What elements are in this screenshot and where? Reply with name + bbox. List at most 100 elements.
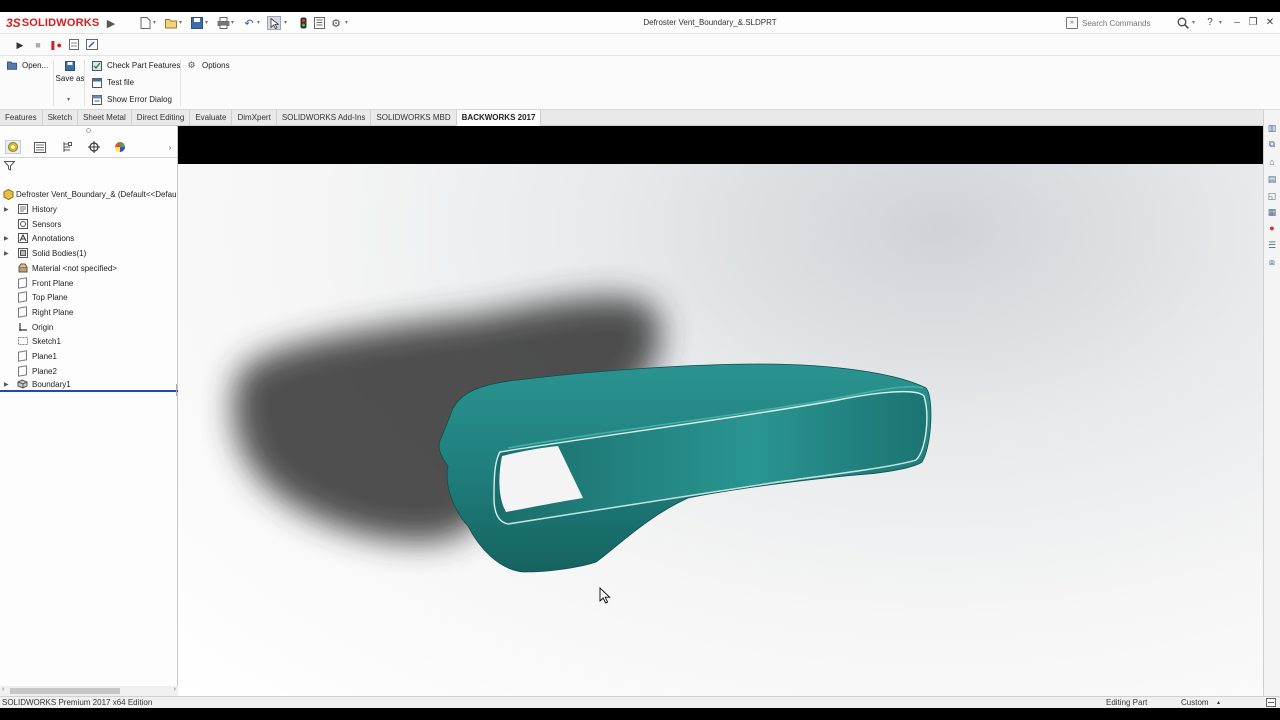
save-as-dropdown-icon[interactable]: ▾: [67, 96, 70, 103]
options-button[interactable]: ⚙ Options: [186, 60, 229, 71]
display-manager-tab-icon[interactable]: [112, 140, 128, 154]
units-dropdown-icon[interactable]: ▴: [1217, 699, 1220, 706]
search-dropdown-icon[interactable]: ▾: [1192, 19, 1195, 26]
tree-item-front-plane[interactable]: Front Plane: [0, 276, 178, 290]
new-document-icon[interactable]: [138, 16, 152, 30]
horizontal-scrollbar[interactable]: ‹ ›: [0, 686, 178, 696]
restore-icon[interactable]: ❐: [1246, 16, 1260, 30]
view-palette-icon[interactable]: ◱: [1266, 190, 1278, 202]
tab-sketch[interactable]: Sketch: [43, 110, 79, 126]
scrollbar-thumb[interactable]: [10, 688, 120, 694]
scroll-right-icon[interactable]: ›: [174, 686, 176, 693]
save-icon[interactable]: [190, 16, 204, 30]
tree-item-history[interactable]: ▶ History: [0, 202, 178, 216]
forum-icon[interactable]: ⧈: [1266, 256, 1278, 268]
save-as-button[interactable]: Save as: [55, 60, 85, 83]
select-dropdown-icon[interactable]: ▾: [284, 19, 287, 26]
tree-item-solid-bodies[interactable]: ▶ Solid Bodies(1): [0, 246, 178, 260]
rebuild-traffic-light-icon[interactable]: [296, 16, 310, 30]
tab-dimxpert[interactable]: DimXpert: [232, 110, 277, 126]
filter-icon[interactable]: [3, 161, 16, 174]
undo-dropdown-icon[interactable]: ▾: [257, 19, 260, 26]
flyout-arrow-icon[interactable]: ▶: [104, 16, 118, 30]
tab-solidworks-mbd[interactable]: SOLIDWORKS MBD: [371, 110, 457, 126]
file-explorer-icon[interactable]: ▤: [1266, 173, 1278, 185]
home-icon[interactable]: ⌂: [1266, 156, 1278, 168]
tree-item-right-plane[interactable]: Right Plane: [0, 305, 178, 319]
stop-icon[interactable]: ■: [32, 39, 44, 51]
undo-icon[interactable]: ↶: [242, 16, 256, 30]
custom-properties-icon[interactable]: ☰: [1266, 239, 1278, 251]
tab-features[interactable]: Features: [0, 110, 43, 126]
edit-macro-icon[interactable]: [86, 39, 98, 51]
rebuild-status-icon[interactable]: [1266, 698, 1276, 709]
solidworks-logo[interactable]: 3S SOLIDWORKS: [6, 15, 99, 31]
new-dropdown-icon[interactable]: ▾: [153, 19, 156, 26]
file-properties-icon[interactable]: [312, 16, 326, 30]
tree-item-boundary1[interactable]: ▶ Boundary1: [0, 378, 178, 392]
print-dropdown-icon[interactable]: ▾: [231, 19, 234, 26]
dimxpert-manager-tab-icon[interactable]: [86, 140, 102, 154]
options-dropdown-icon[interactable]: ▾: [345, 19, 348, 26]
help-icon[interactable]: ?: [1203, 16, 1217, 30]
gear-icon[interactable]: ⚙: [329, 16, 343, 30]
tab-direct-editing[interactable]: Direct Editing: [132, 110, 191, 126]
tree-root-part[interactable]: Defroster Vent_Boundary_& (Default<<Defa…: [0, 187, 178, 201]
expand-arrow-icon[interactable]: ▶: [4, 381, 9, 388]
save-as-label: Save as: [55, 74, 85, 83]
show-error-label: Show Error Dialog: [107, 95, 172, 104]
tree-item-plane2[interactable]: Plane2: [0, 364, 178, 378]
search-icon[interactable]: [1176, 16, 1190, 30]
minimize-icon[interactable]: –: [1230, 16, 1244, 30]
units-label[interactable]: Custom: [1181, 698, 1209, 707]
scroll-left-icon[interactable]: ‹: [2, 686, 4, 693]
show-error-dialog-button[interactable]: Show Error Dialog: [91, 94, 172, 105]
expand-arrow-icon[interactable]: ▶: [4, 235, 9, 242]
expand-arrow-icon[interactable]: ▶: [4, 206, 9, 213]
open-dropdown-icon[interactable]: ▾: [179, 19, 182, 26]
open-button[interactable]: Open...: [6, 60, 48, 71]
document-title: Defroster Vent_Boundary_&.SLDPRT: [643, 18, 777, 27]
tree-item-top-plane[interactable]: Top Plane: [0, 290, 178, 304]
tab-evaluate[interactable]: Evaluate: [190, 110, 233, 126]
configuration-manager-tab-icon[interactable]: [59, 140, 75, 154]
tree-item-plane1[interactable]: Plane1: [0, 349, 178, 363]
tab-backworks-2017[interactable]: BACKWORKS 2017: [456, 110, 542, 126]
select-pointer-icon[interactable]: [267, 16, 281, 30]
test-file-button[interactable]: Test file: [91, 77, 134, 88]
property-manager-tab-icon[interactable]: [32, 140, 48, 154]
gear-icon: ⚙: [187, 60, 196, 70]
solidworks-resources-icon[interactable]: ▥: [1266, 122, 1278, 134]
appearance-ball-icon[interactable]: ●: [1266, 222, 1278, 234]
tree-item-material[interactable]: Material <not specified>: [0, 261, 178, 275]
design-library-icon[interactable]: ⧉: [1266, 138, 1278, 150]
plane-icon: [17, 277, 28, 289]
tree-item-sketch1[interactable]: Sketch1: [0, 334, 178, 348]
tab-solidworks-add-ins[interactable]: SOLIDWORKS Add-Ins: [277, 110, 372, 126]
open-folder-icon[interactable]: [164, 16, 178, 30]
save-dropdown-icon[interactable]: ▾: [205, 19, 208, 26]
feature-manager-tab-icon[interactable]: [5, 140, 21, 154]
print-icon[interactable]: [216, 16, 230, 30]
check-part-icon: [91, 60, 102, 71]
expand-arrow-icon[interactable]: ▶: [4, 250, 9, 257]
model-view[interactable]: [178, 126, 1263, 696]
tree-item-origin[interactable]: Origin: [0, 320, 178, 334]
new-macro-icon[interactable]: [68, 39, 80, 51]
tree-item-label: Top Plane: [32, 292, 68, 302]
check-part-features-button[interactable]: Check Part Features: [91, 60, 180, 71]
tree-item-sensors[interactable]: Sensors: [0, 217, 178, 231]
appearances-icon[interactable]: ▦: [1266, 206, 1278, 218]
panel-tabs-scroll-icon[interactable]: ›: [162, 140, 178, 154]
search-input[interactable]: [1082, 18, 1177, 28]
tree-item-label: Plane1: [32, 351, 57, 361]
record-pause-icon[interactable]: ❚●: [49, 39, 62, 51]
tree-item-annotations[interactable]: ▶ Annotations: [0, 231, 178, 245]
tab-sheet-metal[interactable]: Sheet Metal: [78, 110, 132, 126]
help-dropdown-icon[interactable]: ▾: [1219, 19, 1222, 26]
panel-grip[interactable]: [86, 128, 91, 133]
plane-icon: [17, 291, 28, 303]
graphics-area[interactable]: [178, 126, 1263, 696]
close-icon[interactable]: ✕: [1263, 16, 1277, 30]
play-icon[interactable]: ▶: [14, 39, 26, 51]
